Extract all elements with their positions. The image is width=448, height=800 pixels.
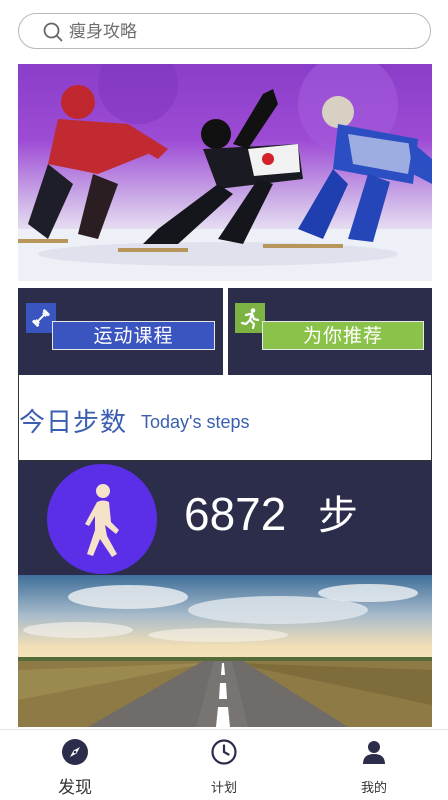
nav-item-plan[interactable]: 计划 [174,730,274,800]
compass-icon [62,739,88,765]
search-icon [43,22,63,42]
steps-count: 6872 [184,488,287,540]
steps-panel[interactable]: 6872 步 [18,461,432,575]
nav-item-mine[interactable]: 我的 [324,730,424,800]
search-bar[interactable]: 瘦身攻略 [18,13,431,49]
nav-label-plan: 计划 [210,781,237,796]
walking-person-icon-circle [47,464,157,574]
steps-subtitle: Today's steps [141,412,250,432]
road-landscape-image[interactable] [18,575,432,727]
dumbbell-icon [32,309,50,327]
nav-label-discover: 发现 [58,778,92,798]
steps-header: 今日步数 Today's steps [18,375,432,461]
clock-icon [211,739,237,765]
banner-image-speed-skaters[interactable] [18,64,432,281]
banner-illustration [18,64,432,281]
recommend-label: 为你推荐 [262,321,424,350]
recommend-for-you-button[interactable]: 为你推荐 [228,288,432,375]
steps-unit: 步 [318,493,358,539]
search-placeholder: 瘦身攻略 [69,22,137,42]
walking-person-icon [85,484,119,557]
running-man-icon [240,308,260,329]
running-man-icon-badge [235,303,265,333]
person-icon [363,741,385,764]
bottom-navigation: 发现 计划 我的 [0,729,448,800]
road-illustration [18,575,432,727]
sport-courses-button[interactable]: 运动课程 [18,288,223,375]
nav-label-mine: 我的 [360,781,387,796]
steps-title: 今日步数 [19,408,128,438]
sport-courses-label: 运动课程 [52,321,215,350]
nav-item-discover[interactable]: 发现 [25,730,125,800]
